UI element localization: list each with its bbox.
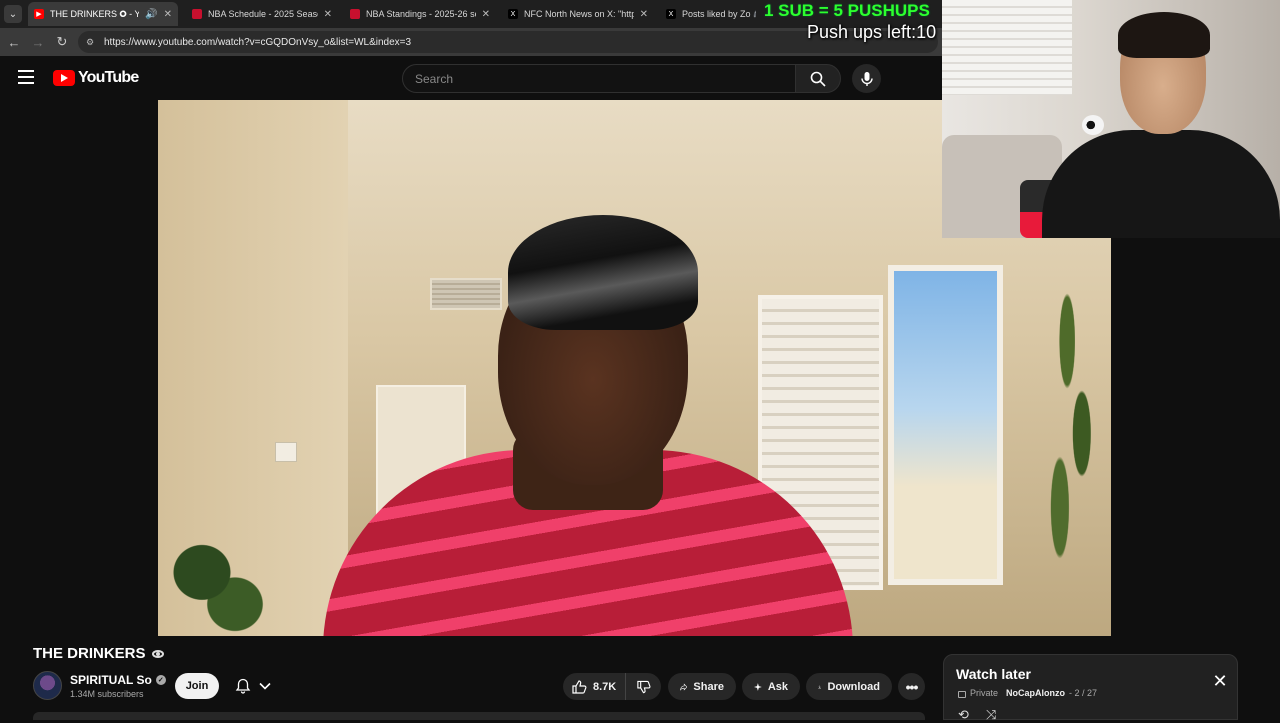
channel-name[interactable]: SPIRITUAL So ✓ <box>70 673 166 687</box>
url-text: https://www.youtube.com/watch?v=cGQDOnVs… <box>104 36 412 48</box>
like-count: 8.7K <box>593 680 617 693</box>
more-actions-button[interactable]: ••• <box>898 673 925 700</box>
search-button[interactable] <box>795 64 841 93</box>
x-icon: X <box>508 9 518 19</box>
menu-icon[interactable] <box>18 70 34 84</box>
shuffle-icon[interactable]: ⤨ <box>986 707 996 723</box>
youtube-play-icon <box>53 70 75 86</box>
join-button[interactable]: Join <box>175 673 219 699</box>
ask-label: Ask <box>767 680 788 693</box>
close-tab-icon[interactable]: ✕ <box>482 9 490 20</box>
video-frame-window <box>888 265 1003 585</box>
video-title-text: THE DRINKERS <box>33 645 146 662</box>
search-input[interactable]: Search <box>402 64 796 93</box>
download-icon <box>818 685 822 689</box>
site-info-icon[interactable]: ⚙ <box>86 37 96 47</box>
playlist-position: - 2 / 27 <box>1069 688 1098 698</box>
share-icon <box>680 683 688 691</box>
thumbs-up-icon <box>572 679 587 694</box>
video-title: THE DRINKERS <box>33 645 164 662</box>
close-tab-icon[interactable]: ✕ <box>164 9 172 20</box>
ask-button[interactable]: Ask <box>742 673 800 700</box>
tab-youtube[interactable]: ▶ THE DRINKERS 🞉 - YouTube 🔊 ✕ <box>28 2 178 26</box>
microphone-icon <box>860 71 873 86</box>
youtube-logo[interactable]: YouTube <box>53 69 139 87</box>
webcam-streamer-hair <box>1118 12 1210 58</box>
tab-liked-posts-x[interactable]: X Posts liked by Zo 🎮 (@Zonzo <box>660 2 762 26</box>
playlist-owner[interactable]: NoCapAlonzo <box>1006 688 1065 698</box>
thumbs-down-icon <box>637 680 651 693</box>
share-label: Share <box>693 680 724 693</box>
channel-avatar[interactable] <box>33 671 62 700</box>
tab-nfc-north-x[interactable]: X NFC North News on X: "https:/ ✕ <box>502 2 654 26</box>
video-frame-durag <box>508 215 698 330</box>
tab-title: NFC North News on X: "https:/ <box>524 9 634 19</box>
close-icon[interactable]: ✕ <box>1212 672 1228 690</box>
espn-icon <box>192 9 202 19</box>
youtube-icon: ▶ <box>34 9 44 19</box>
search-placeholder: Search <box>415 72 454 86</box>
description-box[interactable] <box>33 712 925 720</box>
webcam-blinds <box>942 0 1072 95</box>
tab-nba-schedule[interactable]: NBA Schedule - 2025 Season - ✕ <box>186 2 338 26</box>
sub-goal-overlay: 1 SUB = 5 PUSHUPS <box>764 1 930 20</box>
webcam-panda-plush <box>1082 115 1104 135</box>
video-frame-vent <box>430 278 502 310</box>
more-icon: ••• <box>905 678 919 695</box>
streamer-webcam <box>942 0 1280 238</box>
voice-search-button[interactable] <box>852 64 881 93</box>
audio-icon[interactable]: 🔊 <box>145 9 157 20</box>
pushups-counter: Push ups left:10 <box>807 22 937 42</box>
playlist-privacy: Private <box>970 688 999 698</box>
tab-title: THE DRINKERS 🞉 - YouTube <box>50 8 140 19</box>
logo-text: YouTube <box>78 69 139 86</box>
espn-icon <box>350 9 360 19</box>
close-tab-icon[interactable]: ✕ <box>324 9 332 20</box>
reload-icon[interactable]: ↻ <box>54 34 70 50</box>
tab-title: NBA Schedule - 2025 Season - <box>208 9 318 19</box>
notification-button[interactable] <box>226 673 280 699</box>
close-tab-icon[interactable]: ✕ <box>640 9 648 20</box>
back-icon[interactable]: ← <box>6 34 22 50</box>
download-button[interactable]: Download <box>806 673 892 700</box>
eye-icon <box>151 649 164 658</box>
tab-search-dropdown[interactable]: ⌄ <box>4 5 22 23</box>
bell-icon <box>235 678 251 694</box>
lock-icon <box>958 691 966 698</box>
channel-name-text: SPIRITUAL So <box>70 673 152 687</box>
tab-title: NBA Standings - 2025-26 seas <box>366 9 476 19</box>
dislike-button[interactable] <box>625 673 661 700</box>
video-frame-thermostat <box>275 442 297 462</box>
tab-title: Posts liked by Zo 🎮 (@Zonzo <box>682 8 756 19</box>
verified-icon: ✓ <box>155 675 166 685</box>
subscriber-count: 1.34M subscribers <box>70 689 144 699</box>
sparkle-icon <box>754 682 762 691</box>
playlist-meta: Private NoCapAlonzo - 2 / 27 <box>958 688 1097 698</box>
x-icon: X <box>666 9 676 19</box>
share-button[interactable]: Share <box>668 673 736 700</box>
forward-icon[interactable]: → <box>30 34 46 50</box>
youtube-header: YouTube Search <box>0 56 942 100</box>
download-label: Download <box>827 680 880 693</box>
like-button[interactable]: 8.7K <box>563 673 625 700</box>
video-frame-plant <box>158 530 268 636</box>
tab-nba-standings[interactable]: NBA Standings - 2025-26 seas ✕ <box>344 2 496 26</box>
playlist-panel: Watch later ✕ Private NoCapAlonzo - 2 / … <box>943 654 1238 723</box>
search-icon <box>810 71 826 87</box>
playlist-title[interactable]: Watch later <box>956 666 1031 682</box>
browser-address-bar: ← → ↻ ⚙ https://www.youtube.com/watch?v=… <box>0 28 942 56</box>
chevron-down-icon <box>259 682 271 690</box>
loop-icon[interactable]: ⟲ <box>958 707 969 723</box>
video-frame-plant <box>1038 230 1111 600</box>
webcam-streamer-shirt <box>1042 130 1280 238</box>
